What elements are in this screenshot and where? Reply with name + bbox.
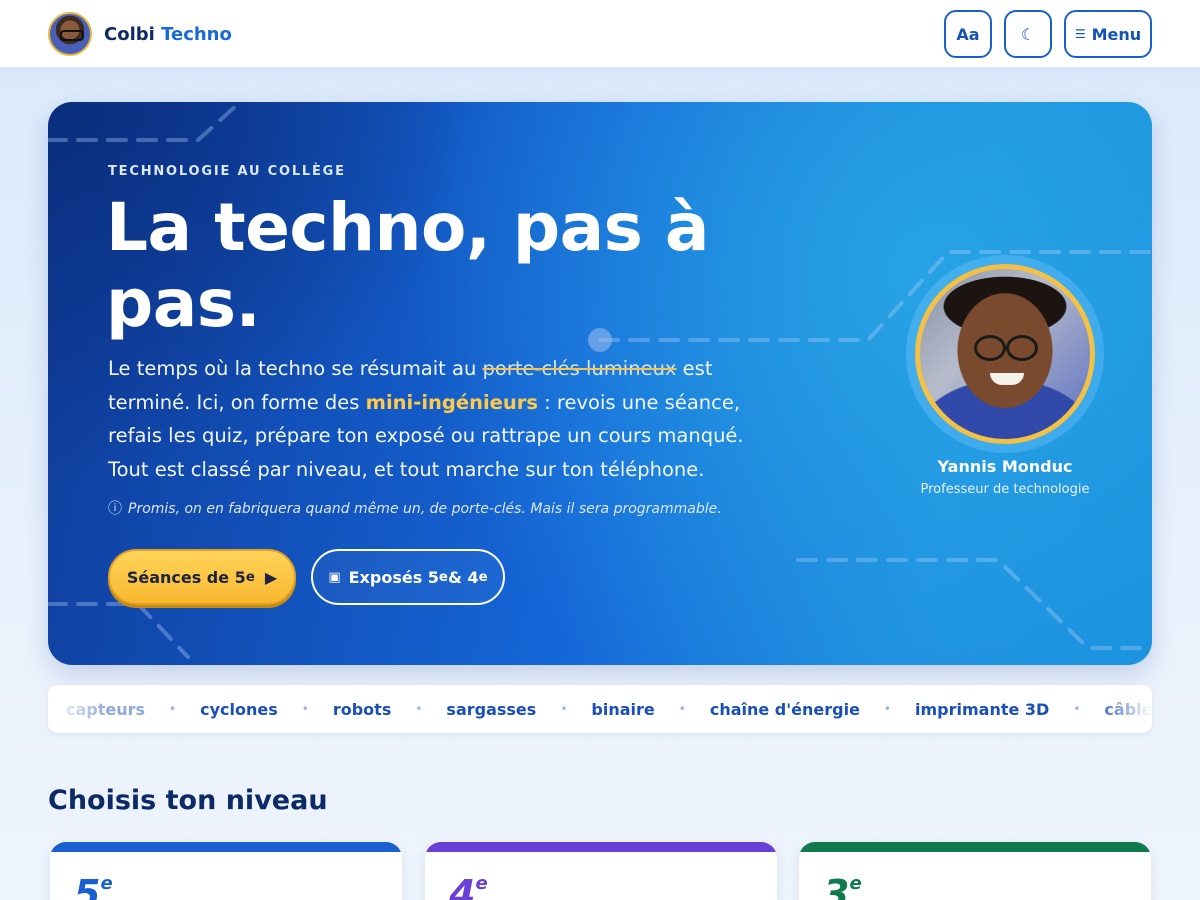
play-icon: ▶ xyxy=(264,567,278,587)
level-number-sup: e xyxy=(849,873,862,894)
level-number-sup: e xyxy=(100,873,113,894)
teacher-glasses xyxy=(974,335,1038,361)
hero-note: ⓘ Promis, on en fabriquera quand même un,… xyxy=(108,498,808,518)
tag-item[interactable]: cyclones xyxy=(200,700,278,719)
presentations-label-mid: & 4 xyxy=(447,567,479,587)
presentations-label-a: Exposés 5 xyxy=(348,567,439,587)
hero-banner: TECHNOLOGIE AU COLLÈGE La techno, pas à … xyxy=(48,102,1152,665)
hero-eyebrow: TECHNOLOGIE AU COLLÈGE xyxy=(108,164,346,179)
font-size-label: Aa xyxy=(956,24,980,44)
info-icon: ⓘ xyxy=(108,501,122,517)
teacher-smile xyxy=(990,373,1024,385)
hero-text-highlight: mini-ingénieurs xyxy=(365,390,538,414)
brand-name: Colbi Techno xyxy=(104,24,232,45)
topic-tags-strip: capteurs • cyclones • robots • sargasses • b… xyxy=(48,685,1152,733)
brand-name-second: Techno xyxy=(161,23,232,45)
presentations-sup-b: e xyxy=(478,569,488,585)
level-card-bar xyxy=(50,842,402,852)
teacher-role: Professeur de technologie xyxy=(920,482,1090,497)
tag-row: capteurs • cyclones • robots • sargasses • b… xyxy=(66,685,1152,733)
separator-dot: • xyxy=(415,702,423,716)
font-size-button[interactable]: Aa xyxy=(944,10,992,58)
hero-note-text: Promis, on en fabriquera quand même un, … xyxy=(128,501,722,517)
level-number-value: 5 xyxy=(74,872,101,900)
separator-dot: • xyxy=(883,702,891,716)
tag-item[interactable]: chaîne d'énergie xyxy=(710,700,860,719)
level-card-bar xyxy=(425,842,777,852)
separator-dot: • xyxy=(678,702,686,716)
level-number: 3e xyxy=(823,872,862,900)
level-number-sup: e xyxy=(475,873,488,894)
separator-dot: • xyxy=(1073,702,1081,716)
hero-text-part1: Le temps où la techno se résumait au xyxy=(108,357,483,380)
tag-item[interactable]: binaire xyxy=(591,700,654,719)
tag-item[interactable]: robots xyxy=(333,700,392,719)
presentations-button[interactable]: ▣ Exposés 5e & 4e xyxy=(311,549,505,605)
sessions-5e-sup: e xyxy=(245,569,255,585)
level-card-4e[interactable]: 4e xyxy=(425,842,777,900)
sessions-5e-button[interactable]: Séances de 5e ▶ xyxy=(108,549,296,605)
level-card-bar xyxy=(799,842,1151,852)
level-number: 5e xyxy=(74,872,113,900)
level-card-3e[interactable]: 3e xyxy=(799,842,1151,900)
level-card-5e[interactable]: 5e xyxy=(50,842,402,900)
tag-item[interactable]: câbles sous-ma xyxy=(1104,700,1152,719)
tag-item[interactable]: capteurs xyxy=(66,700,145,719)
hero-description: Le temps où la techno se résumait au por… xyxy=(108,352,778,486)
brand-logo-link[interactable]: Colbi Techno xyxy=(48,12,232,56)
hero-title: La techno, pas à pas. xyxy=(106,189,709,342)
menu-button[interactable]: ☰ Menu xyxy=(1064,10,1152,58)
site-header: Colbi Techno Aa ☾ ☰ Menu xyxy=(0,0,1200,68)
separator-dot: • xyxy=(301,702,309,716)
level-number: 4e xyxy=(449,872,488,900)
level-number-value: 4 xyxy=(449,872,476,900)
tag-item[interactable]: sargasses xyxy=(446,700,536,719)
sessions-5e-label: Séances de 5 xyxy=(126,567,246,587)
theme-toggle-button[interactable]: ☾ xyxy=(1004,10,1052,58)
tag-item[interactable]: imprimante 3D xyxy=(915,700,1049,719)
separator-dot: • xyxy=(560,702,568,716)
hero-text-strike: porte-clés lumineux xyxy=(482,357,677,380)
moon-icon: ☾ xyxy=(1020,24,1036,44)
menu-label: Menu xyxy=(1091,24,1142,44)
presentations-sup-a: e xyxy=(438,569,448,585)
level-number-value: 3 xyxy=(823,872,850,900)
brand-avatar xyxy=(48,12,92,56)
brand-name-first: Colbi xyxy=(104,23,155,45)
separator-dot: • xyxy=(169,702,177,716)
menu-icon: ☰ xyxy=(1074,27,1086,41)
levels-title: Choisis ton niveau xyxy=(48,785,328,816)
teacher-photo xyxy=(915,264,1095,444)
presentation-icon: ▣ xyxy=(328,569,341,585)
teacher-name: Yannis Monduc xyxy=(937,457,1073,476)
